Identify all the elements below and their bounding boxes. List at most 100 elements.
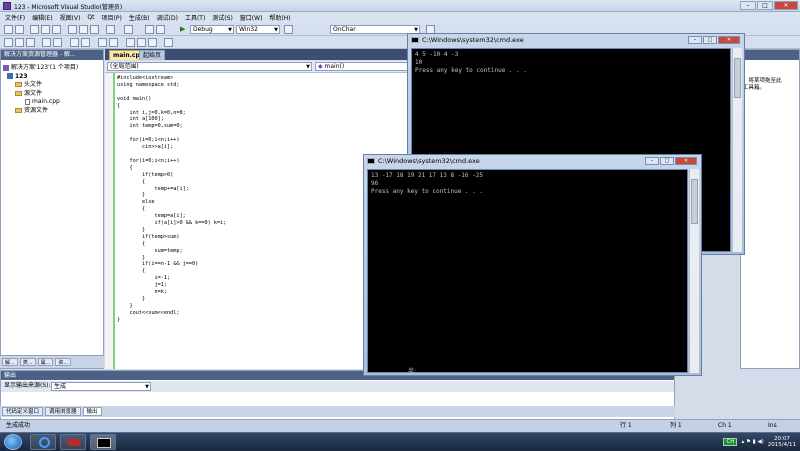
code-line[interactable]: temp+=a[i];	[117, 186, 226, 193]
tab-call-browser[interactable]: 调用浏览器	[45, 407, 81, 416]
tab-code-definition[interactable]: 代码定义窗口	[2, 407, 44, 416]
menu-help[interactable]: 帮助(H)	[269, 13, 290, 22]
code-line[interactable]: {	[117, 268, 226, 275]
toolbar-icon[interactable]	[148, 38, 157, 47]
redo-icon[interactable]	[124, 25, 133, 34]
console-scrollbar[interactable]	[732, 48, 742, 252]
menu-file[interactable]: 文件(F)	[5, 13, 25, 22]
code-line[interactable]: cout<<sum<<endl;	[117, 310, 226, 317]
toolbar-icon[interactable]	[42, 38, 51, 47]
toolbar-icon[interactable]	[137, 38, 146, 47]
menu-build[interactable]: 生成(B)	[129, 13, 150, 22]
minimize-button[interactable]: –	[740, 1, 756, 10]
scroll-thumb[interactable]	[734, 58, 741, 98]
toolbar-icon[interactable]	[109, 38, 118, 47]
menu-qt[interactable]: Qt	[87, 14, 94, 21]
toolbar-icon[interactable]	[98, 38, 107, 47]
scroll-thumb[interactable]	[691, 179, 698, 224]
code-line[interactable]: }	[117, 227, 226, 234]
menu-edit[interactable]: 编辑(E)	[32, 13, 52, 22]
tree-item-project[interactable]: 123	[3, 73, 78, 82]
code-line[interactable]: }	[117, 192, 226, 199]
code-line[interactable]: }	[117, 255, 226, 262]
code-line[interactable]: {	[117, 179, 226, 186]
tab-resource[interactable]: 资...	[55, 358, 72, 366]
maximize-button[interactable]: □	[703, 36, 717, 44]
code-line[interactable]: j=1;	[117, 282, 226, 289]
close-button[interactable]: ✕	[774, 1, 798, 10]
output-source-select[interactable]: 生成 ▼	[51, 382, 151, 391]
close-button[interactable]: ✕	[675, 157, 697, 165]
tree-item-resource-files[interactable]: 资源文件	[3, 107, 78, 116]
tab-start-page[interactable]: 起始页	[139, 50, 166, 60]
tab-solution[interactable]: 解...	[2, 358, 18, 366]
code-line[interactable]: if(temp>sum)	[117, 234, 226, 241]
start-button[interactable]	[4, 434, 22, 450]
ie-taskbar-icon[interactable]	[30, 434, 56, 450]
open-icon[interactable]	[30, 25, 39, 34]
toolbar-icon[interactable]	[164, 38, 173, 47]
tab-property[interactable]: 属...	[37, 358, 54, 366]
start-debugging-icon[interactable]: ▶	[180, 25, 185, 33]
code-line[interactable]: {	[117, 103, 226, 110]
code-line[interactable]: sum=temp;	[117, 248, 226, 255]
minimize-button[interactable]: –	[688, 36, 702, 44]
code-line[interactable]	[117, 151, 226, 158]
toolbar-icon[interactable]	[70, 38, 79, 47]
navigate-back-icon[interactable]	[145, 25, 154, 34]
menu-tools[interactable]: 工具(T)	[185, 13, 205, 22]
minimize-button[interactable]: –	[645, 157, 659, 165]
ime-indicator[interactable]: CH	[723, 438, 738, 446]
toolbar-icon[interactable]	[4, 38, 13, 47]
tab-class[interactable]: 类...	[19, 358, 36, 366]
code-line[interactable]: int temp=0,sum=0;	[117, 123, 226, 130]
tree-item-source-files[interactable]: 源文件	[3, 90, 78, 99]
maximize-button[interactable]: □	[660, 157, 674, 165]
maximize-button[interactable]: □	[757, 1, 773, 10]
code-line[interactable]: if(a[i]>0 && k==0) k=i;	[117, 220, 226, 227]
toolbar-icon[interactable]	[15, 38, 24, 47]
code-line[interactable]: void main()	[117, 96, 226, 103]
tree-item-solution[interactable]: 解决方案'123'(1 个项目)	[3, 64, 78, 73]
save-all-icon[interactable]	[52, 25, 61, 34]
add-item-icon[interactable]	[15, 25, 24, 34]
toolbar-icon[interactable]	[126, 38, 135, 47]
clock[interactable]: 20:07 2015/4/11	[768, 436, 796, 448]
tree-item-main-cpp[interactable]: main.cpp	[3, 98, 78, 107]
find-icon[interactable]	[284, 25, 293, 34]
scope-select[interactable]: (全局范围) ▼	[107, 62, 312, 71]
code-line[interactable]: #include<iostream>	[117, 75, 226, 82]
code-line[interactable]: {	[117, 241, 226, 248]
code-line[interactable]: for(i=0;i<n;i++)	[117, 158, 226, 165]
configuration-select[interactable]: Debug ▼	[190, 25, 234, 34]
code-line[interactable]	[117, 130, 226, 137]
undo-icon[interactable]	[106, 25, 115, 34]
paste-icon[interactable]	[90, 25, 99, 34]
toolbar-icon[interactable]	[53, 38, 62, 47]
code-line[interactable]: cin>>a[i];	[117, 144, 226, 151]
code-line[interactable]: else	[117, 199, 226, 206]
visual-studio-taskbar-icon[interactable]	[60, 434, 86, 450]
menu-view[interactable]: 视图(V)	[60, 13, 81, 22]
copy-icon[interactable]	[79, 25, 88, 34]
console-scrollbar[interactable]	[689, 169, 699, 373]
tree-item-header-files[interactable]: 头文件	[3, 81, 78, 90]
menu-debug[interactable]: 调试(D)	[157, 13, 178, 22]
cut-icon[interactable]	[68, 25, 77, 34]
toolbar-icon[interactable]	[81, 38, 90, 47]
menu-project[interactable]: 项目(P)	[102, 13, 122, 22]
code-line[interactable]: using namespace std;	[117, 82, 226, 89]
save-icon[interactable]	[41, 25, 50, 34]
cmd-taskbar-icon[interactable]	[90, 434, 116, 450]
new-project-icon[interactable]	[4, 25, 13, 34]
navigate-forward-icon[interactable]	[156, 25, 165, 34]
tray-icons[interactable]: ▴ ⚑ ▮ ◀)	[741, 439, 763, 445]
code-line[interactable]: int i,j=0,k=0,n=8;	[117, 110, 226, 117]
tab-output[interactable]: 输出	[82, 407, 102, 416]
menu-test[interactable]: 测试(S)	[212, 13, 233, 22]
code-line[interactable]: temp=a[i];	[117, 213, 226, 220]
code-line[interactable]: int a[100];	[117, 116, 226, 123]
code-line[interactable]: {	[117, 206, 226, 213]
toolbar-icon[interactable]	[26, 38, 35, 47]
code-line[interactable]	[117, 89, 226, 96]
